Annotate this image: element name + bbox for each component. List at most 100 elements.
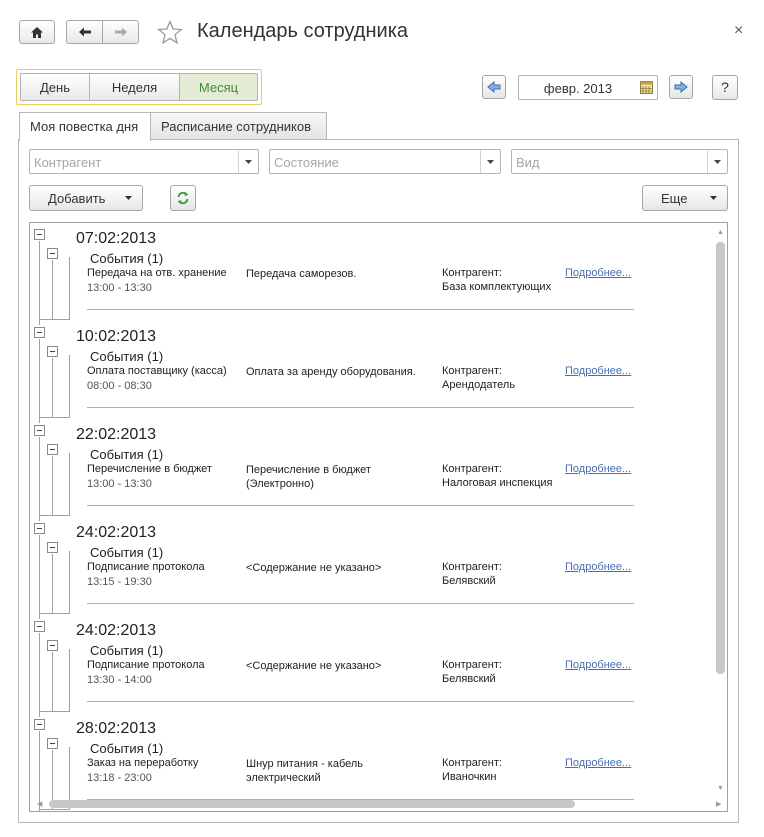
collapse-icon[interactable] (47, 640, 58, 651)
counterparty-label: Контрагент: (442, 365, 502, 377)
scroll-down-icon[interactable]: ▼ (717, 785, 724, 792)
group-divider (87, 309, 634, 310)
period-day-button[interactable]: День (20, 73, 90, 101)
period-month-button[interactable]: Месяц (179, 73, 258, 101)
counterparty-value: База комплектующих (442, 281, 552, 293)
event-type[interactable]: Подписание протокола (87, 561, 205, 573)
group-date: 22:02:2013 (76, 426, 157, 443)
collapse-icon[interactable] (47, 248, 58, 259)
state-filter[interactable]: Состояние (269, 149, 501, 174)
group-divider (87, 701, 634, 702)
tab-employee-schedule[interactable]: Расписание сотрудников (150, 112, 327, 140)
event-content: Шнур питания - кабель электрический (246, 758, 364, 784)
arrow-left-icon (78, 27, 91, 37)
tree-line (69, 551, 70, 614)
tree-line (52, 260, 53, 319)
tree-line (69, 649, 70, 712)
period-value: февр. 2013 (543, 81, 613, 96)
event-type[interactable]: Подписание протокола (87, 659, 205, 671)
collapse-icon[interactable] (34, 523, 45, 534)
chevron-down-icon[interactable] (238, 150, 258, 173)
chevron-down-icon (710, 196, 717, 200)
agenda-group: 24:02:2013 События (1) Подписание протокол… (30, 521, 710, 619)
group-date: 24:02:2013 (76, 524, 157, 541)
events-count: События (1) (90, 545, 164, 560)
scroll-left-icon[interactable]: ◀ (37, 800, 42, 808)
details-link[interactable]: Подробнее... (565, 757, 631, 769)
details-link[interactable]: Подробнее... (565, 561, 631, 573)
collapse-icon[interactable] (34, 719, 45, 730)
arrow-right-icon (114, 27, 127, 37)
agenda-group: 28:02:2013 События (1) Заказ на переработк… (30, 717, 710, 811)
forward-button[interactable] (102, 20, 139, 44)
tree-line (52, 652, 53, 711)
period-field[interactable]: февр. 2013 (518, 75, 658, 100)
event-type[interactable]: Оплата поставщику (касса) (87, 365, 227, 377)
chevron-down-icon[interactable] (707, 150, 727, 173)
collapse-icon[interactable] (47, 738, 58, 749)
details-link[interactable]: Подробнее... (565, 365, 631, 377)
event-content: Перечисление в бюджет (Электронно) (246, 464, 371, 490)
counterparty-label: Контрагент: (442, 463, 502, 475)
vertical-scroll-thumb[interactable] (716, 242, 725, 674)
collapse-icon[interactable] (47, 542, 58, 553)
event-type[interactable]: Заказ на переработку (87, 757, 198, 769)
chevron-down-icon[interactable] (480, 150, 500, 173)
home-button[interactable] (19, 20, 55, 44)
previous-period-button[interactable] (482, 75, 506, 99)
collapse-icon[interactable] (34, 327, 45, 338)
add-button[interactable]: Добавить (29, 185, 143, 211)
event-time: 13:18 - 23:00 (87, 772, 152, 784)
scroll-right-icon[interactable]: ▶ (716, 800, 721, 808)
counterparty-filter[interactable]: Контрагент (29, 149, 259, 174)
event-time: 08:00 - 08:30 (87, 380, 152, 392)
collapse-icon[interactable] (34, 425, 45, 436)
tree-line (39, 339, 40, 423)
refresh-button[interactable] (170, 185, 196, 211)
event-type[interactable]: Перечисление в бюджет (87, 463, 212, 475)
event-time: 13:15 - 19:30 (87, 576, 152, 588)
period-week-button[interactable]: Неделя (89, 73, 180, 101)
details-link[interactable]: Подробнее... (565, 463, 631, 475)
tree-line (69, 257, 70, 320)
event-content: Передача саморезов. (246, 268, 357, 280)
back-button[interactable] (66, 20, 103, 44)
favorite-star-icon[interactable] (157, 20, 183, 45)
events-count: События (1) (90, 643, 164, 658)
events-count: События (1) (90, 251, 164, 266)
events-count: События (1) (90, 741, 164, 756)
kind-placeholder: Вид (516, 155, 540, 170)
events-count: События (1) (90, 349, 164, 364)
collapse-icon[interactable] (47, 444, 58, 455)
tree-line (39, 613, 69, 614)
scroll-up-icon[interactable]: ▲ (717, 229, 724, 236)
next-period-button[interactable] (669, 75, 693, 99)
event-type[interactable]: Передача на отв. хранение (87, 267, 227, 279)
collapse-icon[interactable] (34, 621, 45, 632)
agenda-list[interactable]: 07:02:2013 События (1) Передача на отв. хр… (29, 222, 728, 812)
help-button[interactable]: ? (712, 75, 738, 100)
events-count: События (1) (90, 447, 164, 462)
tree-line (52, 554, 53, 613)
close-icon[interactable]: × (734, 22, 743, 40)
counterparty-value: Иваночкин (442, 771, 497, 783)
event-content: <Содержание не указано> (246, 660, 382, 672)
tree-line (39, 515, 69, 516)
tab-my-agenda[interactable]: Моя повестка дня (19, 112, 151, 141)
tree-line (69, 355, 70, 418)
tree-line (39, 535, 40, 619)
details-link[interactable]: Подробнее... (565, 659, 631, 671)
tree-line (39, 437, 40, 521)
group-date: 28:02:2013 (76, 720, 157, 737)
collapse-icon[interactable] (34, 229, 45, 240)
tree-line (39, 241, 40, 325)
group-divider (87, 407, 634, 408)
details-link[interactable]: Подробнее... (565, 267, 631, 279)
agenda-group: 22:02:2013 События (1) Перечисление в бюдж… (30, 423, 710, 521)
tree-line (39, 633, 40, 717)
horizontal-scroll-thumb[interactable] (49, 800, 575, 808)
calendar-icon[interactable] (640, 81, 653, 94)
more-button[interactable]: Еще (642, 185, 728, 211)
collapse-icon[interactable] (47, 346, 58, 357)
kind-filter[interactable]: Вид (511, 149, 728, 174)
